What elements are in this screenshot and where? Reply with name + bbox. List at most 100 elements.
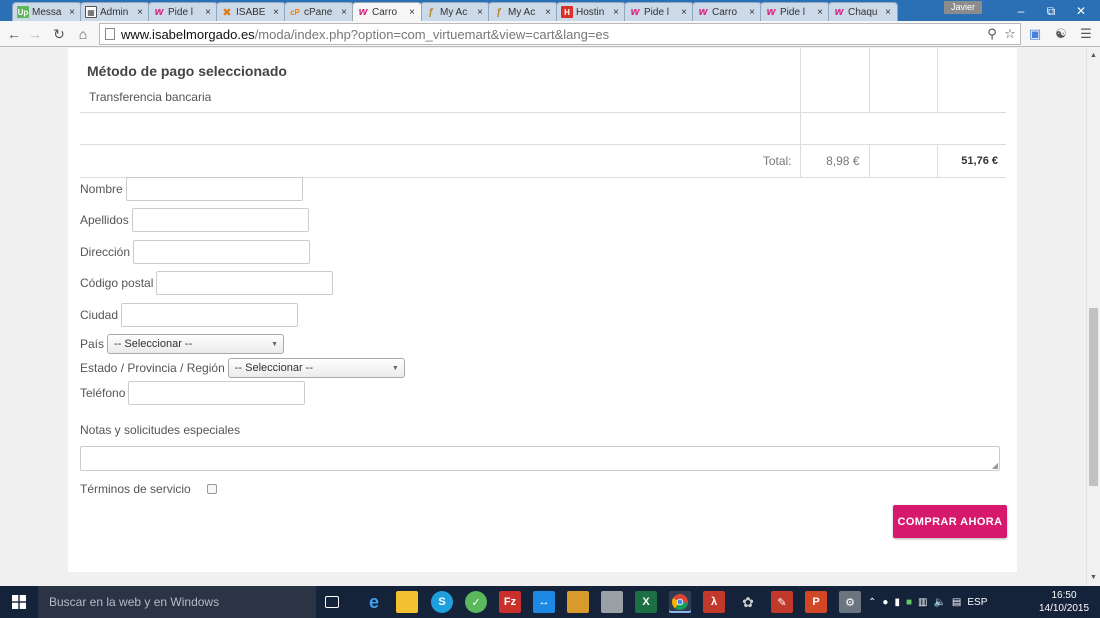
tab-close-icon[interactable]: ×	[338, 7, 350, 18]
evernote-icon[interactable]: ✓	[465, 591, 487, 613]
extension-icon[interactable]: ☯	[1052, 25, 1070, 43]
filezilla-icon[interactable]: Fz	[499, 591, 521, 613]
page-scrollbar[interactable]: ▲ ▼	[1086, 48, 1100, 586]
browser-tab[interactable]: w Carro ×	[352, 2, 422, 21]
language-indicator[interactable]: ESP	[967, 597, 987, 608]
system-tray: ⌃ ● ▮ ■ ▥ 🔈 ▤ ESP	[868, 586, 993, 618]
network-icon[interactable]: ▥	[918, 597, 927, 608]
excel-icon[interactable]: X	[635, 591, 657, 613]
direccion-input[interactable]	[133, 240, 311, 264]
estado-select[interactable]: -- Seleccionar -- ▼	[227, 358, 405, 378]
telefono-label: Teléfono	[80, 386, 126, 400]
key-icon[interactable]: ⚲	[983, 25, 1001, 43]
chrome-icon[interactable]	[669, 591, 691, 613]
scroll-thumb[interactable]	[1089, 308, 1098, 486]
restore-icon[interactable]: ⧉	[1036, 2, 1066, 20]
tab-close-icon[interactable]: ×	[882, 7, 894, 18]
taskbar-search-box[interactable]: Buscar en la web y en Windows	[38, 586, 316, 618]
tab-close-icon[interactable]: ×	[678, 7, 690, 18]
tab-close-icon[interactable]: ×	[542, 7, 554, 18]
browser-tab[interactable]: w Pide l ×	[760, 2, 830, 21]
tab-close-icon[interactable]: ×	[610, 7, 622, 18]
task-view-icon[interactable]	[325, 596, 339, 608]
battery-icon[interactable]: ▮	[894, 597, 900, 608]
skype-icon[interactable]: S	[431, 591, 453, 613]
edge-icon[interactable]: e	[363, 591, 385, 613]
scroll-up-icon[interactable]: ▲	[1090, 52, 1097, 59]
volume-icon[interactable]: 🔈	[933, 597, 945, 608]
menu-icon[interactable]: ☰	[1077, 25, 1095, 43]
w-favicon-icon: w	[358, 6, 368, 18]
reload-icon[interactable]: ↻	[50, 25, 68, 43]
clock[interactable]: 16:50 14/10/2015	[1036, 589, 1092, 615]
tray-overflow-icon[interactable]: ⌃	[868, 597, 876, 608]
tab-close-icon[interactable]: ×	[134, 7, 146, 18]
codigo-postal-input[interactable]	[156, 271, 334, 295]
browser-tab[interactable]: ƒ My Ac ×	[488, 2, 558, 21]
back-icon[interactable]: ←	[5, 25, 23, 43]
pais-selected-value: -- Seleccionar --	[114, 338, 193, 350]
tab-title: Pide l	[644, 6, 670, 18]
file-explorer-icon[interactable]	[396, 591, 418, 613]
settings-icon[interactable]: ⚙	[839, 591, 861, 613]
paint-icon[interactable]: ✿	[737, 591, 759, 613]
terms-label: Términos de servicio	[80, 482, 191, 496]
tab-close-icon[interactable]: ×	[202, 7, 214, 18]
minimize-icon[interactable]: –	[1006, 2, 1036, 20]
teamviewer-icon[interactable]: ↔	[533, 591, 555, 613]
browser-tab[interactable]: ▦ Admin ×	[80, 2, 150, 21]
close-window-icon[interactable]: ✕	[1066, 2, 1096, 20]
tab-close-icon[interactable]: ×	[474, 7, 486, 18]
browser-tab[interactable]: w Pide l ×	[148, 2, 218, 21]
bluetooth-icon[interactable]: ●	[882, 597, 888, 608]
draw-icon[interactable]: ✎	[771, 591, 793, 613]
browser-tab[interactable]: H Hostin ×	[556, 2, 626, 21]
browser-tab[interactable]: Up Messa ×	[12, 2, 82, 21]
terms-checkbox[interactable]	[206, 484, 217, 494]
browser-tab[interactable]: cP cPane ×	[284, 2, 354, 21]
my-favicon-icon: ƒ	[428, 6, 434, 18]
tray-app-icon[interactable]: ■	[906, 597, 912, 608]
tab-title: Chaqu	[848, 6, 878, 18]
home-icon[interactable]: ⌂	[74, 25, 92, 43]
browser-tab[interactable]: ƒ My Ac ×	[420, 2, 490, 21]
estado-label: Estado / Provincia / Región	[80, 361, 225, 375]
start-button[interactable]	[0, 586, 38, 618]
telefono-input[interactable]	[128, 381, 306, 405]
browser-tab[interactable]: w Carro ×	[692, 2, 762, 21]
buy-now-button[interactable]: COMPRAR AHORA	[893, 505, 1007, 538]
codigo-postal-row: Código postal	[80, 271, 334, 295]
browser-tab[interactable]: w Pide l ×	[624, 2, 694, 21]
browser-tab[interactable]: ✖ ISABE ×	[216, 2, 286, 21]
acrobat-icon[interactable]: λ	[703, 591, 725, 613]
tab-close-icon[interactable]: ×	[814, 7, 826, 18]
apellidos-input[interactable]	[131, 208, 309, 232]
messenger-icon[interactable]	[567, 591, 589, 613]
translate-icon[interactable]: ▣	[1026, 25, 1044, 43]
pais-select[interactable]: -- Seleccionar -- ▼	[107, 334, 285, 354]
tab-strip: Up Messa × ▦ Admin × w Pide l × ✖ ISABE × cP cPane × w C…	[0, 0, 1100, 21]
notifications-icon[interactable]: ▤	[952, 597, 961, 608]
tab-close-icon[interactable]: ×	[746, 7, 758, 18]
forward-icon[interactable]: →	[26, 25, 44, 43]
tab-close-icon[interactable]: ×	[270, 7, 282, 18]
browser-tab[interactable]: w Chaqu ×	[828, 2, 898, 21]
powerpoint-icon[interactable]: P	[805, 591, 827, 613]
ciudad-label: Ciudad	[80, 308, 119, 322]
nombre-input[interactable]	[125, 177, 303, 201]
tab-close-icon[interactable]: ×	[66, 7, 78, 18]
codigo-postal-label: Código postal	[80, 276, 154, 290]
clock-date: 14/10/2015	[1038, 603, 1090, 614]
direccion-row: Dirección	[80, 240, 311, 264]
nombre-label: Nombre	[80, 182, 123, 196]
notes-textarea[interactable]: ◢	[80, 446, 1000, 471]
address-bar[interactable]: www.isabelmorgado.es/moda/index.php?opti…	[99, 23, 1021, 45]
resize-handle-icon[interactable]: ◢	[992, 461, 998, 470]
tab-close-icon[interactable]: ×	[406, 7, 418, 18]
notepad-icon[interactable]	[601, 591, 623, 613]
scroll-down-icon[interactable]: ▼	[1090, 574, 1097, 581]
ciudad-input[interactable]	[121, 303, 299, 327]
profile-user-badge[interactable]: Javier	[944, 1, 982, 14]
windows-taskbar: Buscar en la web y en Windows e S ✓ Fz ↔…	[0, 586, 1100, 618]
bookmark-star-icon[interactable]: ☆	[1001, 25, 1019, 43]
